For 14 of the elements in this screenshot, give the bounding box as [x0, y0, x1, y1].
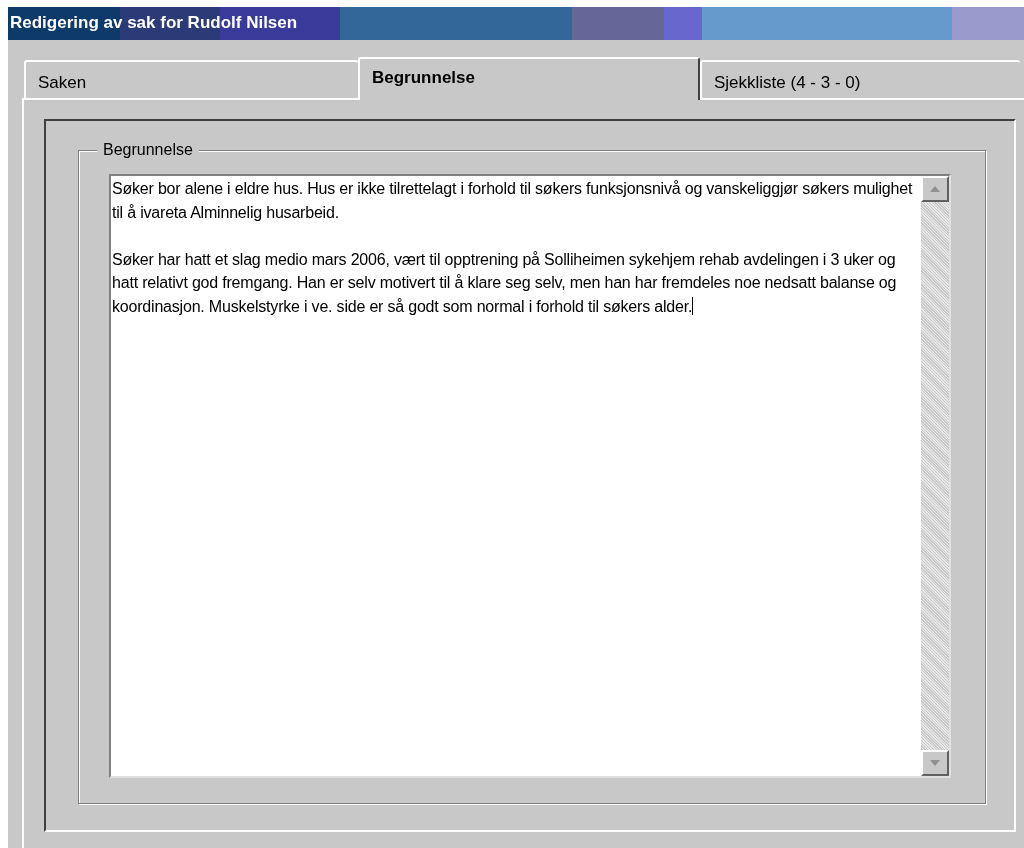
- tab[interactable]: Saken: [24, 60, 358, 98]
- tab[interactable]: Sjekkliste (4 - 3 - 0): [700, 60, 1020, 98]
- scroll-up-button[interactable]: [921, 176, 949, 202]
- paragraph: Søker har hatt et slag medio mars 2006, vært til opptrening på Solliheimen sykehjem rehab avdelingen i 3 uker og hatt relativt god fremgang. Han er selv motivert til å klare seg selv, men han har fremdeles noe nedsatt balanse og koordinasjon. Muskelstyrke i ve. side er så godt som normal i forhold til søkers alder.: [112, 249, 898, 317]
- tab[interactable]: Begrunnelse: [358, 57, 700, 100]
- group-title: Begrunnelse: [97, 140, 199, 160]
- scrollbar[interactable]: [921, 176, 949, 776]
- paragraph: Søker bor alene i eldre hus. Hus er ikke tilrettelagt i forhold til søkers funksjonsnivå og vanskeliggjør søkers mulighet til å ivareta Alminnelig husarbeid.: [112, 179, 914, 223]
- up-arrow-icon: [930, 186, 940, 192]
- window-title: Redigering av sak for Rudolf Nilsen: [10, 12, 298, 34]
- text-area[interactable]: [109, 174, 951, 778]
- down-arrow-icon: [930, 760, 940, 766]
- text-cursor: [692, 296, 694, 315]
- scroll-down-button[interactable]: [921, 750, 949, 776]
